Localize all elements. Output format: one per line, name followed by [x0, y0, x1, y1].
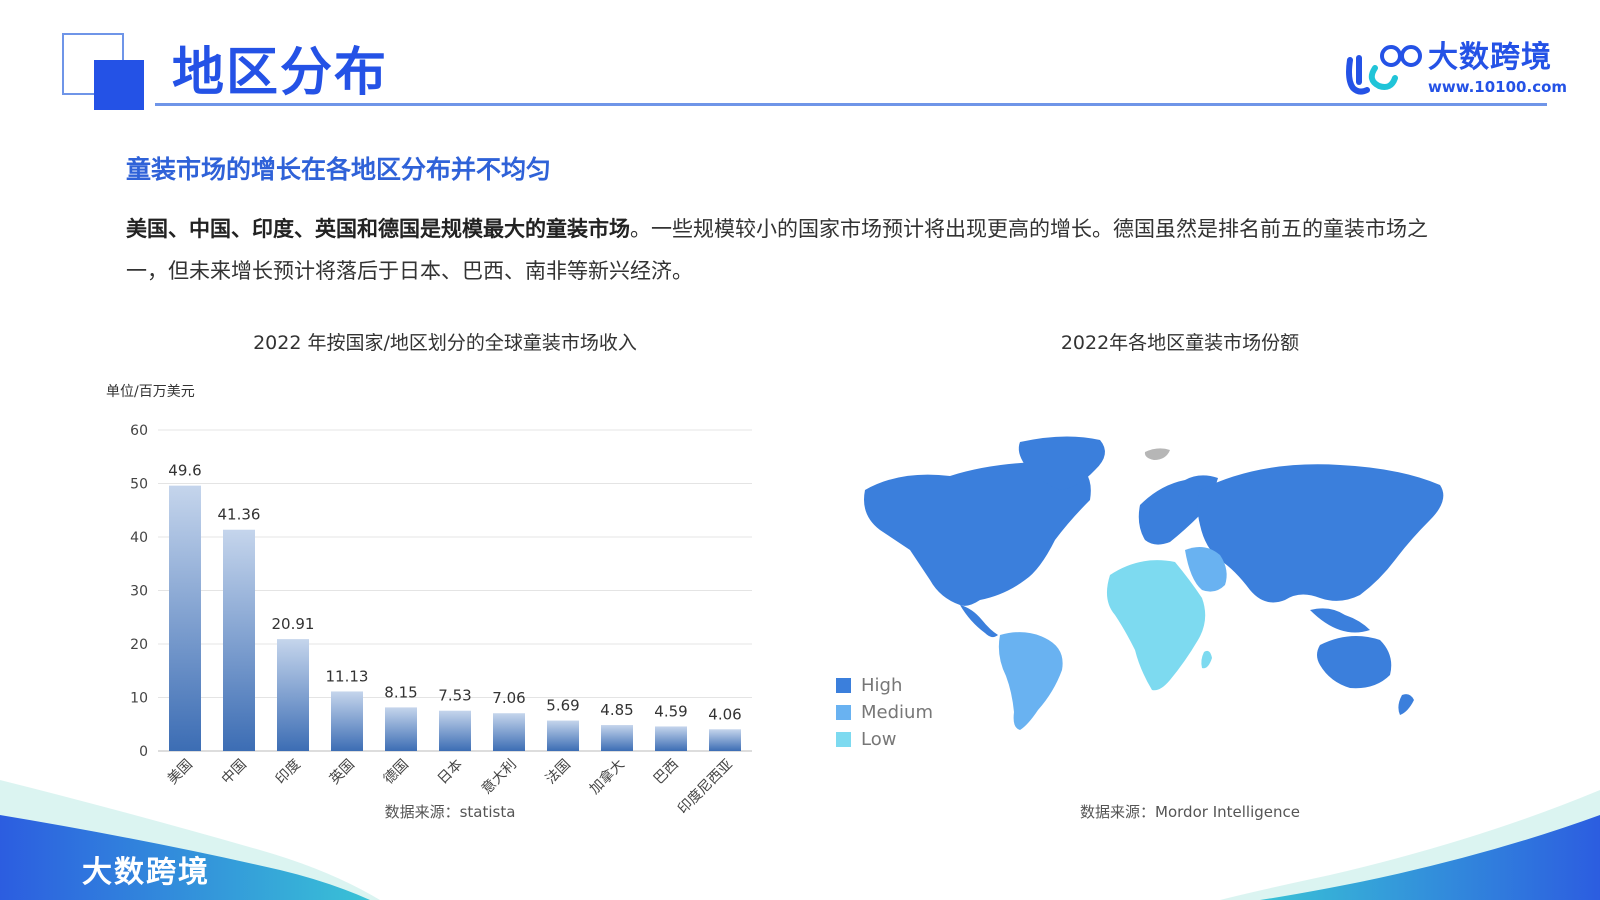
bar — [601, 725, 633, 751]
bar-value-label: 4.85 — [600, 701, 633, 719]
map-region-africa — [1106, 560, 1206, 691]
map-region-madagascar — [1201, 650, 1212, 669]
y-tick-label: 20 — [130, 637, 148, 653]
bar — [439, 710, 471, 751]
legend-swatch-low — [836, 732, 851, 747]
map-region-no-data — [1144, 448, 1170, 460]
legend-label: High — [861, 675, 903, 696]
y-tick-label: 60 — [130, 423, 148, 439]
bar-value-label: 7.06 — [492, 689, 525, 707]
map-title: 2022年各地区童装市场份额 — [1060, 332, 1300, 354]
legend-swatch-high — [836, 678, 851, 693]
bar — [277, 639, 309, 751]
bar-value-label: 8.15 — [384, 683, 417, 701]
bar — [709, 729, 741, 751]
y-tick-label: 10 — [130, 691, 148, 707]
map-legend: High Medium Low — [836, 672, 933, 753]
map-region-south-america — [998, 632, 1063, 730]
legend-swatch-medium — [836, 705, 851, 720]
bar-value-label: 11.13 — [326, 667, 369, 685]
bar-value-label: 4.59 — [654, 702, 687, 720]
legend-label: Low — [861, 729, 897, 750]
map-region-southeast-asia — [1310, 608, 1370, 633]
bar — [385, 707, 417, 751]
bar-value-label: 41.36 — [218, 506, 261, 524]
bar-value-label: 4.06 — [708, 705, 741, 723]
bar — [655, 726, 687, 751]
world-map — [864, 436, 1444, 730]
brand-name: 大数跨境 — [1428, 40, 1552, 75]
footer-brand-name: 大数跨境 — [82, 855, 210, 890]
y-tick-label: 0 — [139, 744, 148, 760]
y-tick-label: 40 — [130, 530, 148, 546]
bar-chart: 0102030405060 49.6美国41.36中国20.91印度11.13英… — [130, 423, 752, 817]
map-region-australia — [1317, 636, 1392, 689]
bar-value-label: 7.53 — [438, 687, 471, 705]
legend-item-medium: Medium — [836, 699, 933, 726]
y-tick-label: 50 — [130, 477, 148, 493]
brand-url: www.10100.com — [1428, 78, 1568, 96]
bar — [493, 713, 525, 751]
bar — [331, 691, 363, 751]
map-region-asia — [1197, 464, 1444, 603]
legend-label: Medium — [861, 702, 933, 723]
map-region-central-america — [960, 605, 998, 638]
bar — [169, 485, 201, 751]
footer-wave-decoration — [0, 780, 1600, 900]
bar — [223, 529, 255, 751]
legend-item-low: Low — [836, 726, 933, 753]
map-region-new-zealand — [1398, 694, 1414, 715]
bar-value-label: 20.91 — [272, 615, 315, 633]
bar — [547, 720, 579, 751]
bar-value-label: 49.6 — [168, 462, 201, 480]
legend-item-high: High — [836, 672, 933, 699]
bar-value-label: 5.69 — [546, 697, 579, 715]
y-tick-label: 30 — [130, 584, 148, 600]
